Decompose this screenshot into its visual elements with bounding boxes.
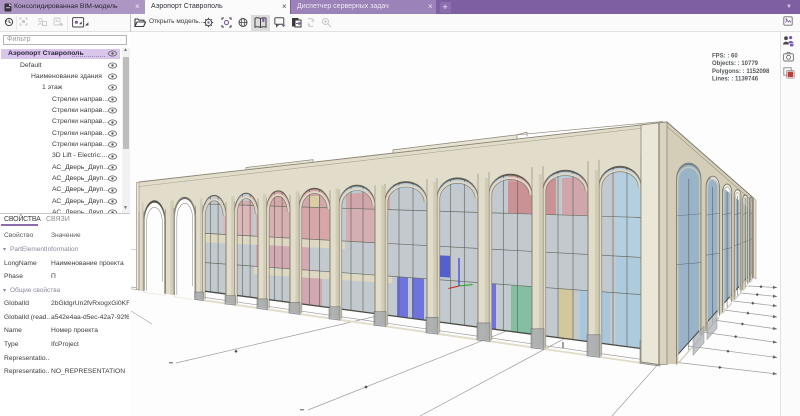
svg-text:Polygons: : 1152098: Polygons: : 1152098 <box>712 69 770 75</box>
svg-text:Objects: : 10779: Objects: : 10779 <box>712 61 759 67</box>
svg-text:FPS: : 60: FPS: : 60 <box>712 54 738 60</box>
svg-text:Lines: : 1139746: Lines: : 1139746 <box>712 77 759 83</box>
